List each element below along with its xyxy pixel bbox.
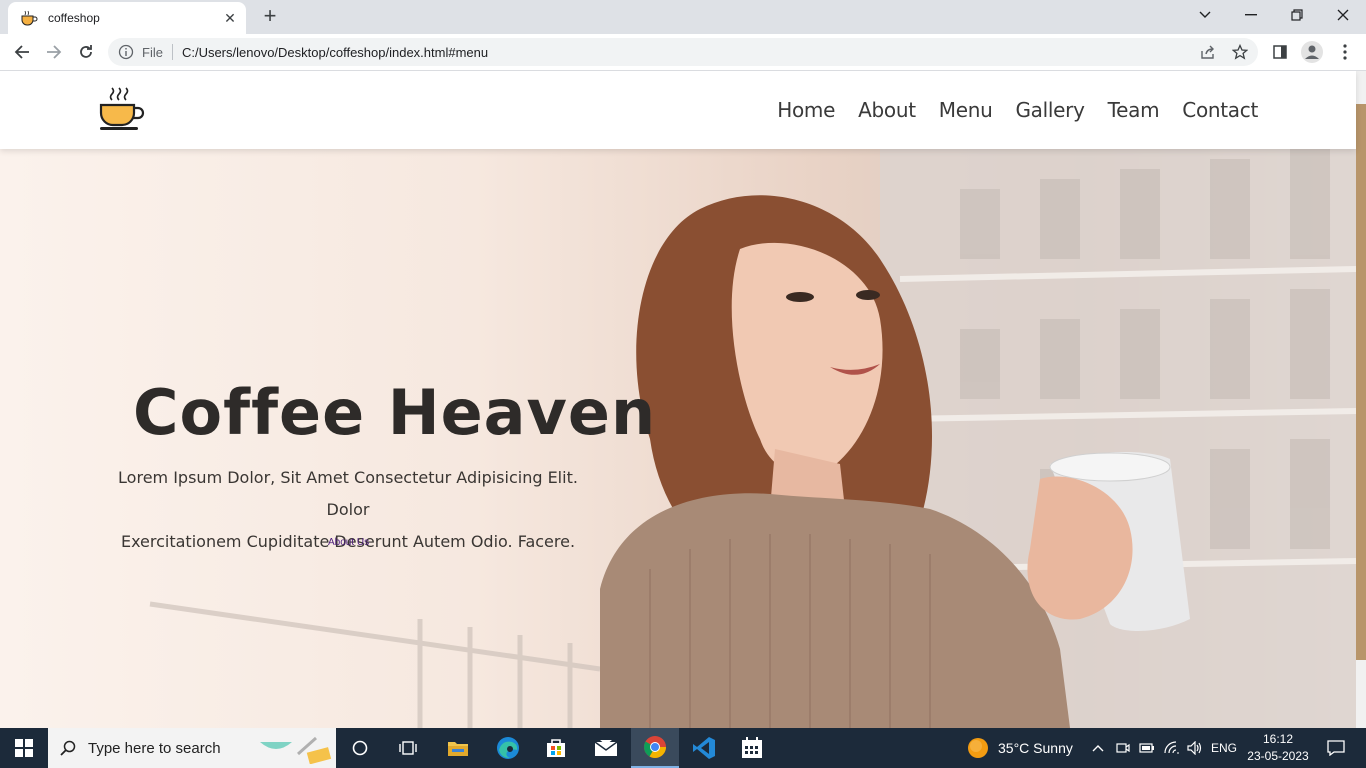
about-us-link[interactable]: About Us xyxy=(328,537,369,548)
main-nav: Home About Menu Gallery Team Contact xyxy=(777,98,1258,122)
notification-icon[interactable] xyxy=(1318,728,1354,768)
browser-tab[interactable]: coffeshop ✕ xyxy=(8,2,246,34)
language-indicator[interactable]: ENG xyxy=(1208,728,1240,768)
clock[interactable]: 16:12 23-05-2023 xyxy=(1240,731,1316,765)
search-highlight-icon xyxy=(260,736,332,764)
info-icon[interactable] xyxy=(118,44,134,60)
sidepanel-icon[interactable] xyxy=(1268,40,1292,64)
back-icon[interactable] xyxy=(10,40,34,64)
scheme-label: File xyxy=(142,44,163,60)
nav-about[interactable]: About xyxy=(858,98,916,122)
nav-team[interactable]: Team xyxy=(1108,98,1160,122)
nav-gallery[interactable]: Gallery xyxy=(1015,98,1084,122)
taskview-icon[interactable] xyxy=(388,728,428,768)
taskbar-search-box[interactable]: Type here to search xyxy=(48,728,336,768)
explorer-icon[interactable] xyxy=(438,728,478,768)
nav-home[interactable]: Home xyxy=(777,98,835,122)
vscode-icon[interactable] xyxy=(684,728,724,768)
tab-title: coffeshop xyxy=(48,11,100,25)
weather-widget[interactable]: 35°C Sunny xyxy=(966,728,1078,768)
web-page: Home About Menu Gallery Team Contact Cof… xyxy=(0,71,1366,728)
nav-contact[interactable]: Contact xyxy=(1182,98,1258,122)
search-placeholder: Type here to search xyxy=(88,739,221,757)
site-header: Home About Menu Gallery Team Contact xyxy=(0,71,1356,149)
search-icon xyxy=(60,740,76,756)
address-bar[interactable]: File C:/Users/lenovo/Desktop/coffeshop/i… xyxy=(108,38,1258,66)
volume-icon[interactable] xyxy=(1186,728,1204,768)
coffee-cup-icon xyxy=(21,10,38,26)
forward-icon[interactable] xyxy=(42,40,66,64)
browser-toolbar: File C:/Users/lenovo/Desktop/coffeshop/i… xyxy=(0,34,1366,71)
nav-menu[interactable]: Menu xyxy=(939,98,993,122)
meet-icon[interactable] xyxy=(1114,728,1132,768)
network-icon[interactable] xyxy=(1162,728,1182,768)
clock-date: 23-05-2023 xyxy=(1247,749,1309,763)
edge-icon[interactable] xyxy=(488,728,528,768)
language-text: ENG xyxy=(1210,741,1237,755)
tray-chevron-icon[interactable] xyxy=(1090,728,1106,768)
weather-text: 35°C Sunny xyxy=(998,740,1073,756)
address-url[interactable]: C:/Users/lenovo/Desktop/coffeshop/index.… xyxy=(182,45,488,60)
calendar-icon[interactable] xyxy=(732,728,772,768)
taskbar: Type here to search 35°C Sunny ENG 16:12… xyxy=(0,728,1366,768)
star-icon[interactable] xyxy=(1228,40,1252,64)
chrome-icon[interactable] xyxy=(631,728,679,768)
mail-icon[interactable] xyxy=(586,728,626,768)
windows-icon[interactable] xyxy=(0,728,48,768)
tab-search-icon[interactable] xyxy=(1182,0,1228,30)
address-separator xyxy=(171,44,173,60)
hero-title: Coffee Heaven xyxy=(133,376,657,449)
weather-icon xyxy=(968,738,988,758)
clock-time: 16:12 xyxy=(1262,732,1294,746)
store-icon[interactable] xyxy=(536,728,576,768)
close-tab-icon[interactable]: ✕ xyxy=(222,10,238,27)
hero-section: Coffee Heaven Lorem Ipsum Dolor, Sit Ame… xyxy=(0,149,1356,728)
scrollbar-thumb[interactable] xyxy=(1356,104,1366,660)
close-window-button[interactable] xyxy=(1320,0,1366,30)
cortana-icon[interactable] xyxy=(340,728,380,768)
coffee-cup-icon[interactable] xyxy=(96,85,146,133)
new-tab-button[interactable]: + xyxy=(258,5,282,29)
kebab-icon[interactable] xyxy=(1333,40,1357,64)
minimize-button[interactable] xyxy=(1228,0,1274,30)
restore-button[interactable] xyxy=(1274,0,1320,30)
profile-icon[interactable] xyxy=(1300,40,1324,64)
tab-strip: coffeshop ✕ + xyxy=(0,0,1366,34)
reload-icon[interactable] xyxy=(74,40,98,64)
battery-icon[interactable] xyxy=(1138,728,1156,768)
hero-line-1: Lorem Ipsum Dolor, Sit Amet Consectetur … xyxy=(118,468,578,519)
share-icon[interactable] xyxy=(1196,40,1220,64)
